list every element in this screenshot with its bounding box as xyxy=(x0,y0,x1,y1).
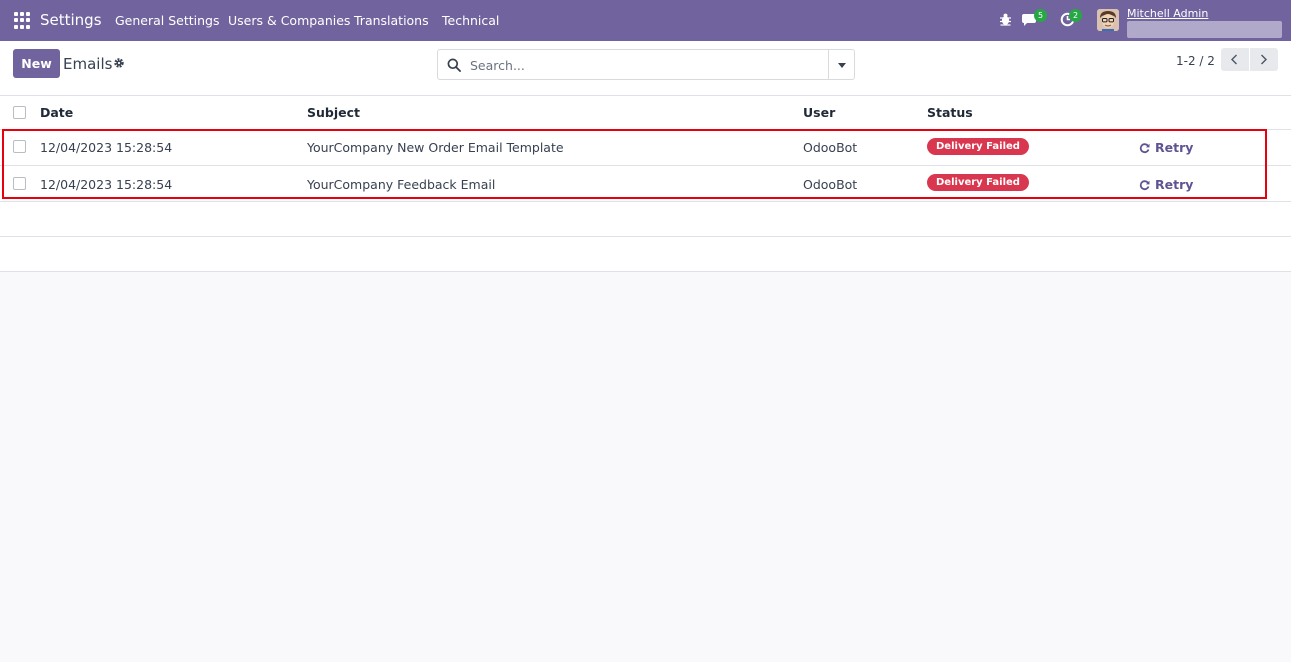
app-title[interactable]: Settings xyxy=(40,11,102,29)
menu-users-companies[interactable]: Users & Companies xyxy=(228,13,350,28)
empty-row xyxy=(0,237,1291,272)
caret-down-icon xyxy=(838,63,846,68)
column-header-date[interactable]: Date xyxy=(40,105,73,120)
debug-bug-icon[interactable] xyxy=(999,12,1012,30)
user-avatar[interactable] xyxy=(1097,9,1119,31)
gear-icon[interactable] xyxy=(113,57,125,73)
menu-translations[interactable]: Translations xyxy=(354,13,429,28)
search-box xyxy=(437,49,829,80)
chevron-right-icon xyxy=(1261,54,1267,65)
pager-value[interactable]: 1-2 / 2 xyxy=(1176,54,1215,68)
page-title: Emails xyxy=(63,55,113,73)
activities-count-badge: 2 xyxy=(1069,9,1082,22)
apps-menu-icon[interactable] xyxy=(14,12,31,29)
pager-next-button[interactable] xyxy=(1250,48,1278,71)
search-icon xyxy=(447,58,461,76)
pager-previous-button[interactable] xyxy=(1221,48,1249,71)
list-header: Date Subject User Status xyxy=(0,96,1291,130)
messages-count-badge: 5 xyxy=(1034,9,1047,22)
menu-general-settings[interactable]: General Settings xyxy=(115,13,220,28)
top-navbar: Settings General Settings Users & Compan… xyxy=(0,0,1291,41)
column-header-subject[interactable]: Subject xyxy=(307,105,360,120)
column-header-status[interactable]: Status xyxy=(927,105,973,120)
new-button[interactable]: New xyxy=(13,49,60,78)
empty-row xyxy=(0,202,1291,237)
user-name-link[interactable]: Mitchell Admin xyxy=(1127,7,1208,20)
chevron-left-icon xyxy=(1231,54,1237,65)
search-input[interactable] xyxy=(470,55,810,75)
database-name-label xyxy=(1127,21,1282,38)
column-header-user[interactable]: User xyxy=(803,105,835,120)
select-all-checkbox[interactable] xyxy=(13,106,26,119)
search-options-toggle[interactable] xyxy=(828,49,855,80)
control-panel: New Emails 1-2 / 2 xyxy=(0,41,1291,96)
highlight-box xyxy=(2,129,1267,199)
menu-technical[interactable]: Technical xyxy=(442,13,499,28)
